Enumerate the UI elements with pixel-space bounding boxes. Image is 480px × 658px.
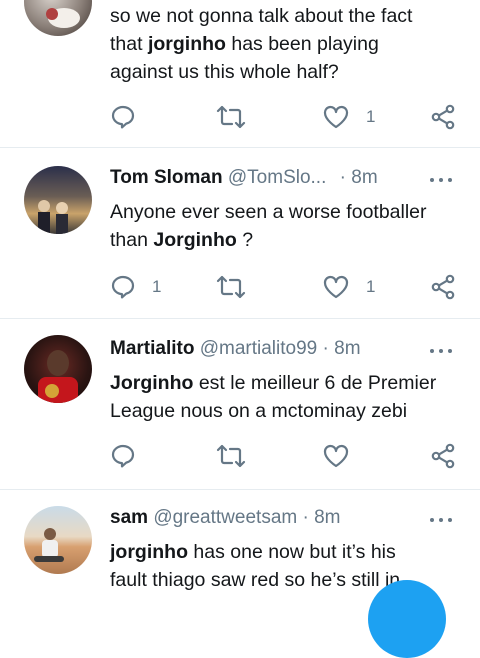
like-count: 1	[366, 277, 376, 296]
retweet-button[interactable]	[216, 274, 276, 302]
reply-icon	[111, 105, 135, 129]
reply-button[interactable]	[110, 104, 170, 132]
tweet-header: sam @greattweetsam · 8m	[110, 507, 341, 528]
share-icon	[431, 443, 455, 469]
more-icon[interactable]	[430, 175, 454, 185]
tweet-1[interactable]: so we not gonna talk about the fact that…	[0, 0, 480, 148]
retweet-icon	[216, 275, 246, 299]
user-handle[interactable]: @greattweetsam	[153, 507, 297, 528]
retweet-button[interactable]	[216, 104, 276, 132]
reply-icon	[111, 275, 135, 299]
user-handle[interactable]: @TomSlo...	[228, 167, 326, 188]
like-button[interactable]	[322, 443, 392, 471]
like-icon	[323, 105, 349, 129]
user-handle[interactable]: @martialito99	[200, 338, 318, 359]
avatar[interactable]	[24, 166, 92, 234]
share-icon	[431, 274, 455, 300]
display-name[interactable]: sam	[110, 507, 148, 528]
tweet-header: Martialito @martialito99 · 8m	[110, 338, 361, 359]
retweet-button[interactable]	[216, 443, 276, 471]
timestamp[interactable]: 8m	[334, 338, 360, 359]
timestamp[interactable]: 8m	[314, 507, 340, 528]
reply-count: 1	[152, 277, 162, 296]
retweet-icon	[216, 444, 246, 468]
share-icon	[431, 104, 455, 130]
like-button[interactable]: 1	[322, 104, 392, 132]
share-button[interactable]	[430, 274, 460, 302]
avatar[interactable]	[24, 506, 92, 574]
retweet-icon	[216, 105, 246, 129]
compose-fab[interactable]	[368, 580, 446, 658]
tweet-text: so we not gonna talk about the fact that…	[110, 5, 413, 83]
display-name[interactable]: Tom Sloman	[110, 167, 223, 188]
like-count: 1	[366, 107, 376, 126]
tweet-text: Anyone ever seen a worse footballer than…	[110, 201, 427, 251]
timestamp[interactable]: 8m	[351, 167, 377, 188]
reply-button[interactable]: 1	[110, 274, 170, 302]
more-icon[interactable]	[430, 346, 454, 356]
like-button[interactable]: 1	[322, 274, 392, 302]
like-icon	[323, 275, 349, 299]
avatar[interactable]	[24, 0, 92, 36]
display-name[interactable]: Martialito	[110, 338, 194, 359]
tweet-2[interactable]: Tom Sloman @TomSlo... · 8m Anyone ever s…	[0, 148, 480, 319]
like-icon	[323, 444, 349, 468]
tweet-header: Tom Sloman @TomSlo... · 8m	[110, 167, 378, 188]
share-button[interactable]	[430, 443, 460, 471]
more-icon[interactable]	[430, 515, 454, 525]
tweet-3[interactable]: Martialito @martialito99 · 8m Jorginho e…	[0, 319, 480, 490]
share-button[interactable]	[430, 104, 460, 132]
tweet-text: Jorginho est le meilleur 6 de Premier Le…	[110, 372, 437, 422]
avatar[interactable]	[24, 335, 92, 403]
reply-button[interactable]	[110, 443, 170, 471]
reply-icon	[111, 444, 135, 468]
